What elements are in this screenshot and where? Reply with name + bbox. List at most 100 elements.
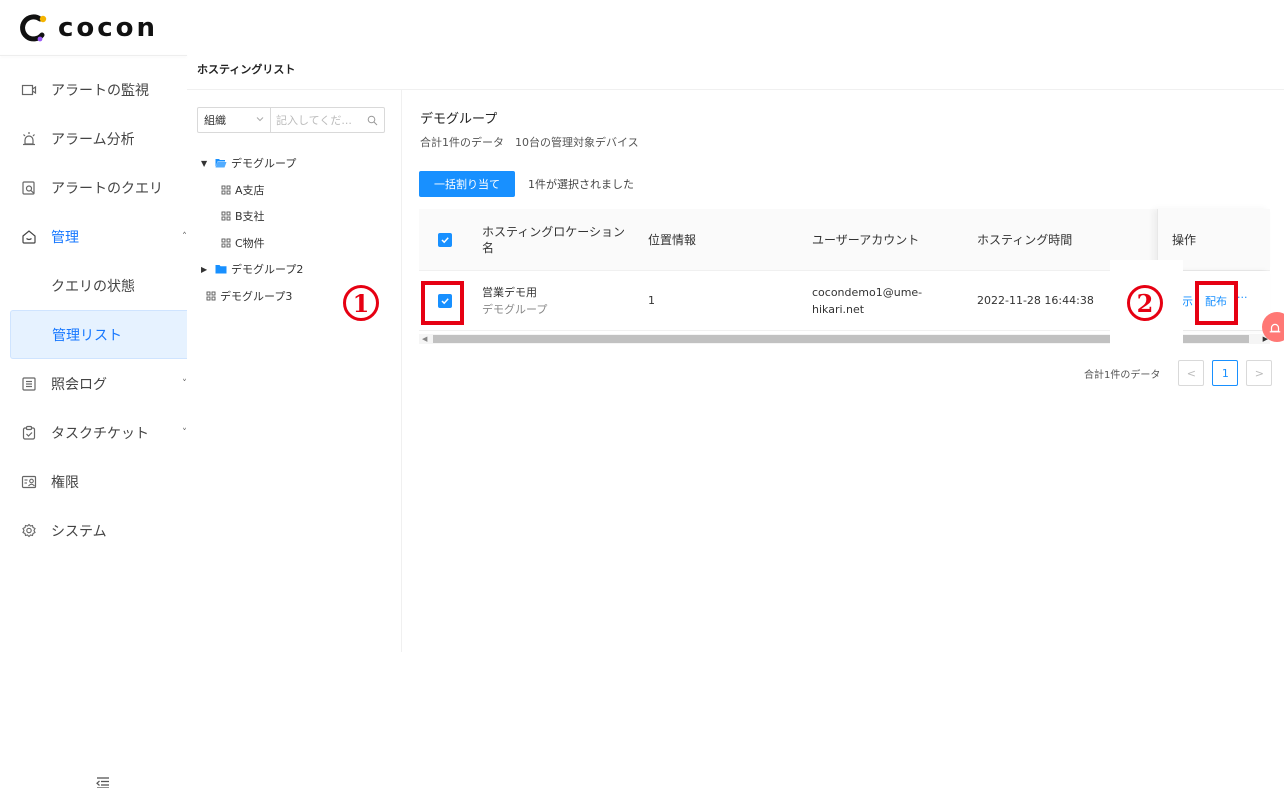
bulk-assign-button[interactable]: 一括割り当て (419, 171, 515, 197)
cell-name: 営業デモ用 デモグループ (482, 271, 547, 330)
cell-account: cocondemo1@ume- hikari.net (812, 271, 922, 330)
page-button-current[interactable]: 1 (1212, 360, 1239, 386)
sidebar: cocon アラートの監視 アラーム分析 アラートのクエリ 管理 ˄ クエリの状… (0, 0, 187, 788)
main-content: デモグループ 合計1件のデータ 10台の管理対象デバイス 一括割り当て 1件が選… (402, 90, 1284, 690)
th-location: 位置情報 (648, 233, 697, 247)
sidebar-item-label: タスクチケット (51, 425, 149, 442)
sidebar-item-management[interactable]: 管理 ˄ (0, 212, 187, 261)
cell-time: 2022-11-28 16:44:38 (977, 294, 1094, 307)
sidebar-item-inquiry-log[interactable]: 照会ログ ˅ (0, 359, 187, 408)
annotation-marker-2: 2 (1127, 285, 1163, 321)
sidebar-nav: アラートの監視 アラーム分析 アラートのクエリ 管理 ˄ クエリの状態 管理リス… (0, 65, 187, 555)
logo-icon (18, 13, 48, 43)
tree-node-label: A支店 (235, 183, 265, 197)
folder-open-icon (215, 159, 227, 168)
annotation-box-1 (421, 281, 464, 325)
th-actions-label: 操作 (1172, 233, 1197, 247)
tree-search-input[interactable]: 記入してくだ... (271, 108, 384, 132)
prev-page-button[interactable]: < (1178, 360, 1205, 386)
th-name: ホスティングロケーション 名 (482, 209, 625, 270)
folder-icon (215, 265, 227, 274)
pagination: 合計1件のデータ < 1 > (1084, 360, 1273, 386)
sidebar-item-alarm-analysis[interactable]: アラーム分析 (0, 114, 187, 163)
task-icon (20, 424, 38, 442)
tree-node[interactable]: ▼ デモグループ (201, 150, 303, 177)
page-title: ホスティングリスト (197, 63, 296, 76)
group-tree: ▼ デモグループ A支店 B支社 C物件 ▶ デモグループ2 デモグループ3 (201, 150, 303, 309)
sidebar-item-label: アラーム分析 (51, 131, 135, 148)
org-filter-value: 組織 (204, 114, 226, 127)
tree-node[interactable]: C物件 (201, 230, 303, 257)
sidebar-item-system[interactable]: システム (0, 506, 187, 555)
sidebar-item-label: 権限 (51, 474, 79, 491)
gear-icon (20, 522, 38, 540)
sidebar-item-label: 管理 (51, 229, 79, 246)
org-filter-select[interactable]: 組織 (198, 108, 271, 132)
tree-node[interactable]: デモグループ3 (201, 283, 303, 310)
selection-info: 1件が選択されました (528, 178, 634, 191)
scroll-left-arrow-icon[interactable]: ◀ (422, 335, 427, 343)
next-page-button[interactable]: > (1246, 360, 1273, 386)
tree-search-bar: 組織 記入してくだ... (197, 107, 385, 133)
alarm-icon (20, 130, 38, 148)
th-time: ホスティング時間 (977, 233, 1073, 247)
sidebar-item-management-list[interactable]: 管理リスト (10, 310, 187, 359)
more-actions-icon[interactable]: ··· (1237, 291, 1248, 304)
group-summary: 合計1件のデータ 10台の管理対象デバイス (420, 136, 639, 149)
location-name: 営業デモ用 (482, 285, 537, 299)
annotation-box-2 (1195, 281, 1238, 325)
query-icon (20, 179, 38, 197)
chevron-down-icon (256, 117, 264, 122)
action-show-link[interactable]: 示 (1182, 293, 1193, 309)
sidebar-item-label: クエリの状態 (51, 278, 135, 295)
select-all-cell (438, 209, 452, 270)
tree-node[interactable]: B支社 (201, 203, 303, 230)
th-name-line1: ホスティングロケーション (482, 224, 626, 239)
sidebar-item-label: アラートの監視 (51, 82, 149, 99)
permission-icon (20, 473, 38, 491)
tree-search-placeholder: 記入してくだ... (276, 114, 352, 127)
group-grid-icon (221, 185, 231, 195)
logo-text: cocon (58, 13, 159, 43)
sidebar-item-label: 照会ログ (51, 376, 107, 393)
caret-right-icon[interactable]: ▶ (201, 265, 215, 274)
caret-down-icon[interactable]: ▼ (201, 159, 215, 168)
pagination-total: 合計1件のデータ (1084, 369, 1161, 381)
collapse-menu-icon[interactable] (96, 774, 110, 788)
group-grid-icon (221, 238, 231, 248)
logo: cocon (18, 10, 158, 46)
select-all-checkbox[interactable] (438, 232, 452, 247)
sidebar-item-label: アラートのクエリ (51, 180, 163, 197)
sidebar-item-label: システム (51, 523, 107, 540)
page-header: ホスティングリスト (187, 55, 1284, 90)
tree-node[interactable]: A支店 (201, 177, 303, 204)
location-group: デモグループ (482, 302, 548, 316)
search-icon[interactable] (367, 115, 378, 126)
th-name-line2: 名 (482, 240, 495, 255)
sidebar-item-label: 管理リスト (52, 327, 122, 344)
tree-node-label: デモグループ3 (220, 289, 293, 303)
chevron-right-icon: > (1254, 366, 1264, 380)
floating-alarm-button[interactable] (1262, 312, 1284, 342)
list-icon (20, 375, 38, 393)
tree-node-label: B支社 (235, 210, 265, 224)
account-line1: cocondemo1@ume- (812, 285, 923, 299)
logo-divider (0, 55, 187, 56)
check-icon (441, 236, 449, 243)
cell-location: 1 (648, 294, 655, 307)
sidebar-item-permission[interactable]: 権限 (0, 457, 187, 506)
th-account: ユーザーアカウント (812, 233, 920, 247)
group-grid-icon (221, 211, 231, 221)
sidebar-item-task-ticket[interactable]: タスクチケット ˅ (0, 408, 187, 457)
camera-icon (20, 81, 38, 99)
home-icon (20, 228, 38, 246)
tree-node-label: C物件 (235, 236, 265, 250)
tree-node[interactable]: ▶ デモグループ2 (201, 256, 303, 283)
tree-node-label: デモグループ2 (231, 263, 304, 277)
annotation-number-2: 2 (1127, 285, 1163, 321)
tree-node-label: デモグループ (231, 157, 297, 171)
sidebar-item-alert-query[interactable]: アラートのクエリ (0, 163, 187, 212)
alarm-icon (1269, 323, 1281, 333)
sidebar-item-query-status[interactable]: クエリの状態 (0, 261, 187, 310)
sidebar-item-alert-monitor[interactable]: アラートの監視 (0, 65, 187, 114)
